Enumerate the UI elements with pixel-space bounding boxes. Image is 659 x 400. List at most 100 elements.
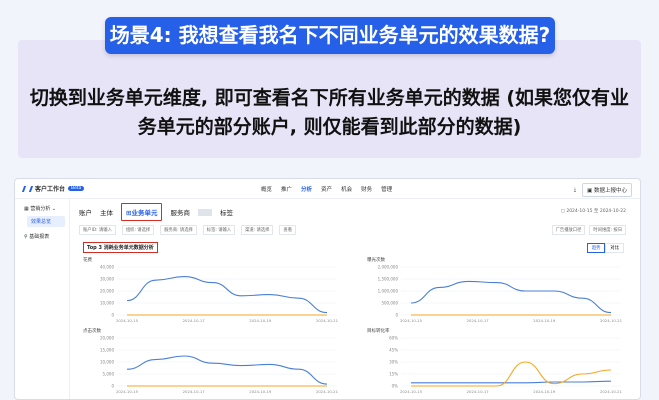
- tab-label[interactable]: 标签: [220, 207, 233, 217]
- sidebar-item-reports-label: 基础报表: [29, 234, 50, 240]
- top-right-tools: ⤓ ▣ 数据上报中心: [574, 183, 632, 197]
- tab-provider[interactable]: 服务商: [170, 207, 190, 217]
- y-tick-label: 10,000: [100, 301, 114, 306]
- y-tick-label: 15%: [389, 372, 398, 377]
- y-tick-label: 1,500,000: [378, 277, 399, 282]
- series-line: [411, 380, 612, 384]
- view-toggle: 趋势 对比: [586, 243, 624, 253]
- logo-icon: [21, 185, 34, 192]
- sidebar-group-label: 营销分析: [30, 206, 51, 212]
- x-tick-label: 2024-10-15: [116, 318, 139, 323]
- tab-business-unit[interactable]: ⊞业务单元: [121, 203, 163, 221]
- top-bar: 客户工作台 Beta 概览 推广 分析 资产 机会 财务 管理 ⤓ ▣ 数据上报…: [15, 179, 640, 199]
- x-tick-label: 2024-10-21: [316, 318, 339, 323]
- banner-title: 场景4: 我想查看我名下不同业务单元的效果数据?: [109, 23, 551, 47]
- x-tick-label: 2024-10-17: [467, 318, 490, 323]
- intro-line-2: 务单元的部分账户, 则仅能看到此部分的数据): [137, 116, 522, 138]
- tab-blurred[interactable]: [197, 208, 212, 216]
- nav-item-promotion[interactable]: 推广: [281, 185, 292, 193]
- x-tick-label: 2024-10-17: [467, 389, 490, 394]
- main-content: 账户 主体 ⊞业务单元 服务商 标签 ▢ 2024-10-15 至 2024-1…: [79, 203, 634, 399]
- y-tick-label: 0%: [392, 384, 399, 389]
- report-center-button[interactable]: ▣ 数据上报中心: [582, 183, 632, 197]
- filter-account[interactable]: 账户ID: 请输入: [79, 225, 116, 235]
- x-tick-label: 2024-10-21: [600, 318, 623, 323]
- y-tick-label: 20,000: [100, 336, 114, 341]
- chart-svg: 60% 45% 30% 15% 0%2024-10-15 2024-10-17 2024-1…: [389, 336, 623, 395]
- section-title: Top 3 消耗业务单元数据分析: [83, 242, 158, 253]
- app-logo[interactable]: 客户工作台 Beta: [21, 184, 85, 193]
- sidebar-group-marketing[interactable]: ▦ 营销分析 ⌄: [15, 199, 69, 212]
- filter-provider[interactable]: 服务商: 请选择: [160, 225, 197, 235]
- toggle-trend[interactable]: 趋势: [586, 243, 606, 253]
- y-tick-label: 40,000: [100, 265, 114, 270]
- tab-entity[interactable]: 主体: [100, 207, 113, 217]
- y-tick-label: 0: [111, 313, 114, 318]
- scenario-banner: 场景4: 我想查看我名下不同业务单元的效果数据?: [105, 17, 555, 54]
- x-tick-label: 2024-10-21: [600, 389, 623, 394]
- nav-item-opportunity[interactable]: 机会: [341, 185, 352, 193]
- chart-svg: 40,000 30,000 20,000 10,000 02024-10-15 2024-…: [100, 265, 339, 324]
- app-screenshot: 客户工作台 Beta 概览 推广 分析 资产 机会 财务 管理 ⤓ ▣ 数据上报…: [14, 178, 641, 400]
- y-tick-label: 45%: [389, 348, 398, 353]
- series-line: [126, 276, 328, 314]
- nav-item-assets[interactable]: 资产: [321, 185, 332, 193]
- beta-badge: Beta: [68, 186, 85, 191]
- chart-spend: 花费 40,000 30,000 20,000 10,000 0 2024-10-15 202…: [83, 257, 343, 327]
- x-tick-label: 2024-10-15: [400, 389, 423, 394]
- y-tick-label: 500,000: [381, 301, 398, 306]
- report-center-label: 数据上报中心: [593, 188, 627, 194]
- x-tick-label: 2024-10-21: [316, 389, 339, 394]
- x-tick-label: 2024-10-19: [249, 318, 272, 323]
- y-tick-label: 5,000: [103, 372, 115, 377]
- toggle-compare[interactable]: 对比: [605, 243, 624, 253]
- sidebar: ▦ 营销分析 ⌄ 效果总览 ⚲ 基础报表: [15, 199, 70, 399]
- intro-line-1: 切换到业务单元维度, 即可查看名下所有业务单元的数据 (如果您仅有业: [29, 87, 630, 109]
- chart-svg: 2,000,0001,500,0001,000,000500,00002024-…: [378, 265, 623, 324]
- x-tick-label: 2024-10-15: [116, 389, 139, 394]
- date-range-text: 2024-10-15 至 2024-10-22: [566, 209, 626, 214]
- x-tick-label: 2024-10-19: [249, 389, 272, 394]
- y-tick-label: 30,000: [100, 277, 114, 282]
- nav-item-analysis[interactable]: 分析: [301, 185, 312, 193]
- metric-scope-select[interactable]: 广告播放口径: [551, 225, 586, 235]
- filter-channel[interactable]: 渠道: 请选择: [241, 225, 274, 235]
- query-button[interactable]: 查看: [279, 225, 297, 235]
- dimension-tabs: 账户 主体 ⊞业务单元 服务商 标签: [79, 203, 634, 221]
- series-line: [126, 355, 328, 385]
- x-tick-label: 2024-10-15: [400, 318, 423, 323]
- series-line: [410, 280, 612, 314]
- sidebar-item-reports[interactable]: ⚲ 基础报表: [15, 227, 69, 240]
- nav-item-finance[interactable]: 财务: [361, 185, 372, 193]
- y-tick-label: 0: [111, 384, 114, 389]
- app-name: 客户工作台: [35, 186, 66, 193]
- chart-clicks: 点击次数 20,000 15,000 10,000 5,000 0 2024-10-15 20…: [83, 328, 343, 398]
- x-tick-label: 2024-10-17: [183, 318, 206, 323]
- chart-conversion: 目标转化率 60% 45% 30% 15% 0% 2024-10-15 2024-10-17 2…: [367, 328, 627, 398]
- nav-item-manage[interactable]: 管理: [381, 185, 392, 193]
- y-tick-label: 1,000,000: [378, 289, 399, 294]
- tab-business-unit-label: 业务单元: [131, 209, 158, 217]
- time-dimension-select[interactable]: 时间维度: 按日: [589, 225, 626, 235]
- y-tick-label: 20,000: [100, 289, 114, 294]
- filter-org[interactable]: 组织: 请选择: [121, 225, 155, 235]
- y-tick-label: 0: [395, 313, 398, 318]
- y-tick-label: 15,000: [100, 348, 114, 353]
- y-tick-label: 2,000,000: [378, 265, 399, 270]
- date-range-picker[interactable]: ▢ 2024-10-15 至 2024-10-22: [561, 208, 626, 214]
- tab-account[interactable]: 账户: [79, 207, 92, 217]
- sidebar-item-overview[interactable]: 效果总览: [27, 216, 65, 227]
- download-icon[interactable]: ⤓: [574, 187, 576, 193]
- y-tick-label: 30%: [389, 360, 398, 365]
- intro-text: 切换到业务单元维度, 即可查看名下所有业务单元的数据 (如果您仅有业 务单元的部…: [18, 84, 641, 142]
- x-tick-label: 2024-10-19: [533, 389, 556, 394]
- y-tick-label: 10,000: [100, 360, 114, 365]
- x-tick-label: 2024-10-17: [183, 389, 206, 394]
- chart-impressions: 曝光次数 2,000,000 1,500,000 1,000,000 500,000 0 2…: [367, 257, 627, 327]
- filter-tag[interactable]: 标签: 请输入: [202, 225, 236, 235]
- x-tick-label: 2024-10-19: [533, 318, 556, 323]
- main-nav: 概览 推广 分析 资产 机会 财务 管理: [261, 179, 392, 199]
- right-filters: 广告播放口径 时间维度: 按日: [551, 225, 626, 235]
- nav-item-overview[interactable]: 概览: [261, 185, 272, 193]
- intro-panel: 切换到业务单元维度, 即可查看名下所有业务单元的数据 (如果您仅有业 务单元的部…: [18, 40, 641, 158]
